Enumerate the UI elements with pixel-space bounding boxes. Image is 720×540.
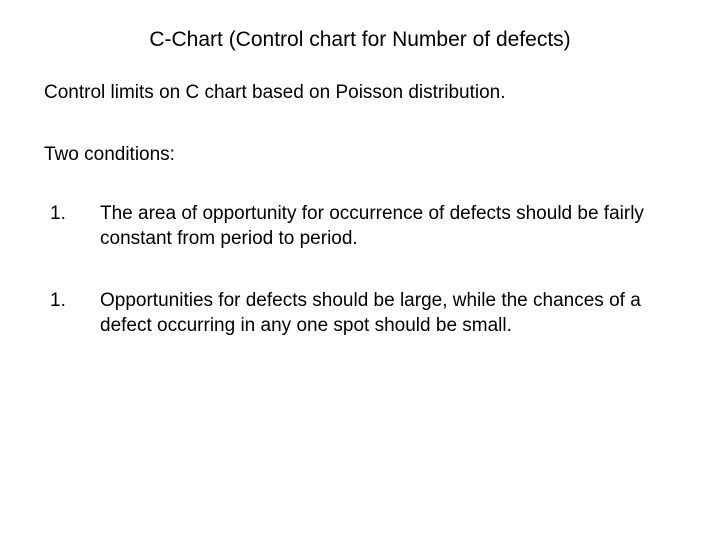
intro-text: Control limits on C chart based on Poiss…: [44, 82, 676, 104]
conditions-subhead: Two conditions:: [44, 144, 676, 166]
page-title: C-Chart (Control chart for Number of def…: [44, 28, 676, 52]
list-item: 1. The area of opportunity for occurrenc…: [44, 202, 676, 251]
list-number: 1.: [50, 202, 100, 227]
list-text: Opportunities for defects should be larg…: [100, 289, 676, 338]
conditions-list: 1. The area of opportunity for occurrenc…: [44, 202, 676, 339]
list-item: 1. Opportunities for defects should be l…: [44, 289, 676, 338]
list-text: The area of opportunity for occurrence o…: [100, 202, 676, 251]
list-number: 1.: [50, 289, 100, 314]
